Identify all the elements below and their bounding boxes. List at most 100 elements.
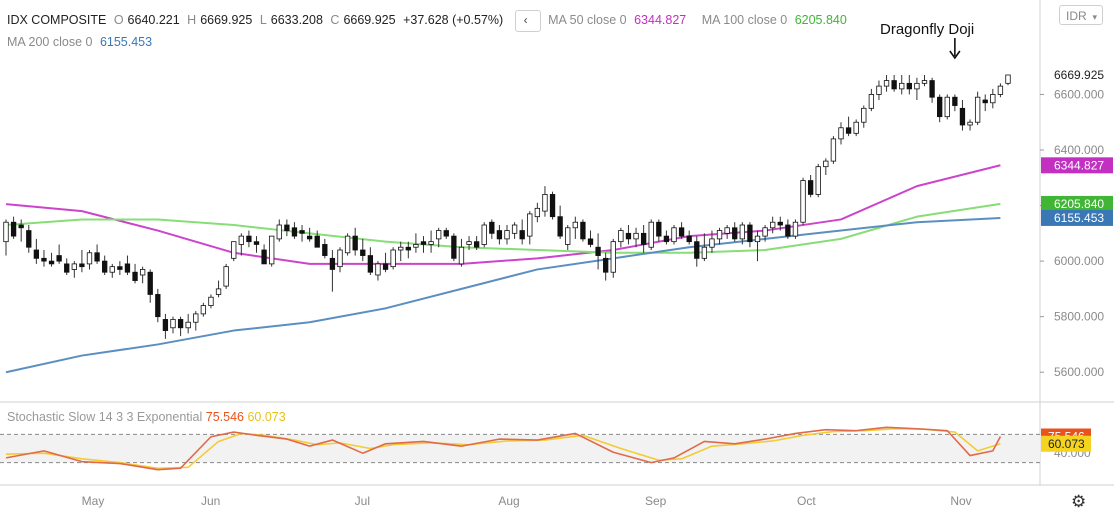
candle — [990, 88, 996, 109]
candle-body — [132, 271, 138, 281]
candle-body — [102, 260, 108, 273]
candle — [261, 244, 267, 265]
candle-body — [473, 241, 480, 248]
candle-body — [170, 319, 176, 329]
candle-body — [997, 85, 1004, 95]
candle-body — [724, 227, 730, 234]
candle-body — [990, 94, 996, 104]
candle-body — [329, 257, 336, 270]
candle-body — [420, 241, 427, 245]
symbol-name[interactable]: IDX COMPOSITE — [7, 13, 106, 27]
candle — [815, 163, 821, 198]
open-label: O — [113, 13, 124, 28]
candle — [481, 222, 487, 248]
change-value: +37.628 (+0.57%) — [403, 13, 504, 28]
ma50-value: 6344.827 — [634, 13, 687, 28]
ma50-label[interactable]: MA 50 close 0 — [548, 13, 627, 27]
candle-body — [147, 271, 153, 295]
candle-body — [807, 180, 814, 195]
stoch-k-legend-value: 75.546 — [205, 410, 244, 424]
candle — [640, 225, 647, 253]
candle — [785, 219, 791, 239]
ma100-line — [5, 202, 1001, 254]
ma100-label[interactable]: MA 100 close 0 — [702, 13, 787, 27]
candle — [291, 222, 298, 239]
candle — [633, 227, 639, 248]
candle-body — [785, 224, 791, 237]
close-value: 6669.925 — [343, 13, 396, 28]
gear-icon[interactable]: ⚙ — [1071, 492, 1086, 512]
candle — [231, 241, 237, 262]
candle-body — [671, 227, 677, 243]
candle — [663, 230, 670, 245]
candle — [549, 191, 556, 220]
stochastic-label[interactable]: Stochastic Slow 14 3 3 Exponential — [7, 410, 202, 424]
candle-body — [777, 221, 783, 226]
candle — [868, 88, 875, 112]
candle-body — [914, 82, 920, 90]
candle-body — [929, 80, 935, 98]
candle — [428, 230, 434, 253]
candle-body — [656, 221, 662, 237]
candle — [595, 233, 601, 270]
candle-body — [952, 96, 958, 106]
price-tick-label: 6400.000 — [1054, 143, 1104, 157]
ma200-label[interactable]: MA 200 close 0 — [7, 35, 92, 49]
candle-body — [306, 235, 313, 240]
candle-body — [580, 221, 586, 240]
candle — [337, 247, 343, 273]
candle — [420, 236, 427, 253]
candle — [496, 225, 503, 245]
candle-body — [861, 107, 867, 123]
candle-body — [398, 246, 404, 251]
candle-body — [18, 224, 24, 229]
candle — [124, 255, 131, 275]
candle — [686, 230, 692, 245]
candle-body — [633, 232, 639, 240]
candle-body — [139, 269, 146, 276]
candle-body — [587, 238, 594, 245]
candle — [724, 225, 730, 239]
candle-body — [451, 235, 457, 259]
candle — [185, 313, 191, 334]
candle-body — [322, 244, 328, 256]
stochastic-legend: Stochastic Slow 14 3 3 Exponential 75.54… — [7, 410, 286, 424]
candle — [238, 233, 244, 256]
time-tick-label: Jun — [201, 494, 220, 508]
price-chart[interactable]: 5600.0005800.0006000.0006200.0006400.000… — [0, 0, 1114, 514]
candle — [299, 225, 305, 242]
candle-body — [648, 221, 654, 248]
currency-selector[interactable]: IDR ▾ — [1059, 5, 1103, 25]
ma100-price-tag: 6205.840 — [1041, 195, 1113, 212]
candle — [102, 255, 108, 275]
candle — [921, 75, 928, 87]
candle — [352, 227, 358, 256]
candle-body — [663, 235, 670, 243]
candle — [162, 313, 169, 339]
candle-body — [549, 194, 556, 218]
candle-body — [709, 238, 715, 248]
candle-body — [117, 266, 123, 270]
time-tick-label: Jul — [355, 494, 370, 508]
candle-body — [261, 249, 267, 265]
candle-body — [291, 227, 298, 237]
candle — [193, 311, 199, 331]
candle — [648, 219, 654, 250]
candle — [284, 219, 290, 237]
candle-body — [815, 166, 821, 195]
candle — [390, 247, 396, 270]
candle-body — [762, 227, 768, 237]
high-label: H — [187, 13, 197, 28]
candle — [344, 233, 351, 256]
candle-body — [618, 230, 624, 243]
candle — [360, 238, 366, 262]
ma100-value: 6205.840 — [794, 13, 847, 28]
candle — [656, 219, 662, 242]
last-price-tag: 6669.925 — [1041, 67, 1113, 83]
collapse-legend-button[interactable]: ‹ — [514, 10, 541, 32]
candle — [838, 122, 844, 145]
candle-body — [944, 96, 950, 118]
ma200-price-tag-label: 6155.453 — [1054, 211, 1104, 225]
candle — [618, 227, 624, 248]
candle-body — [876, 85, 882, 95]
